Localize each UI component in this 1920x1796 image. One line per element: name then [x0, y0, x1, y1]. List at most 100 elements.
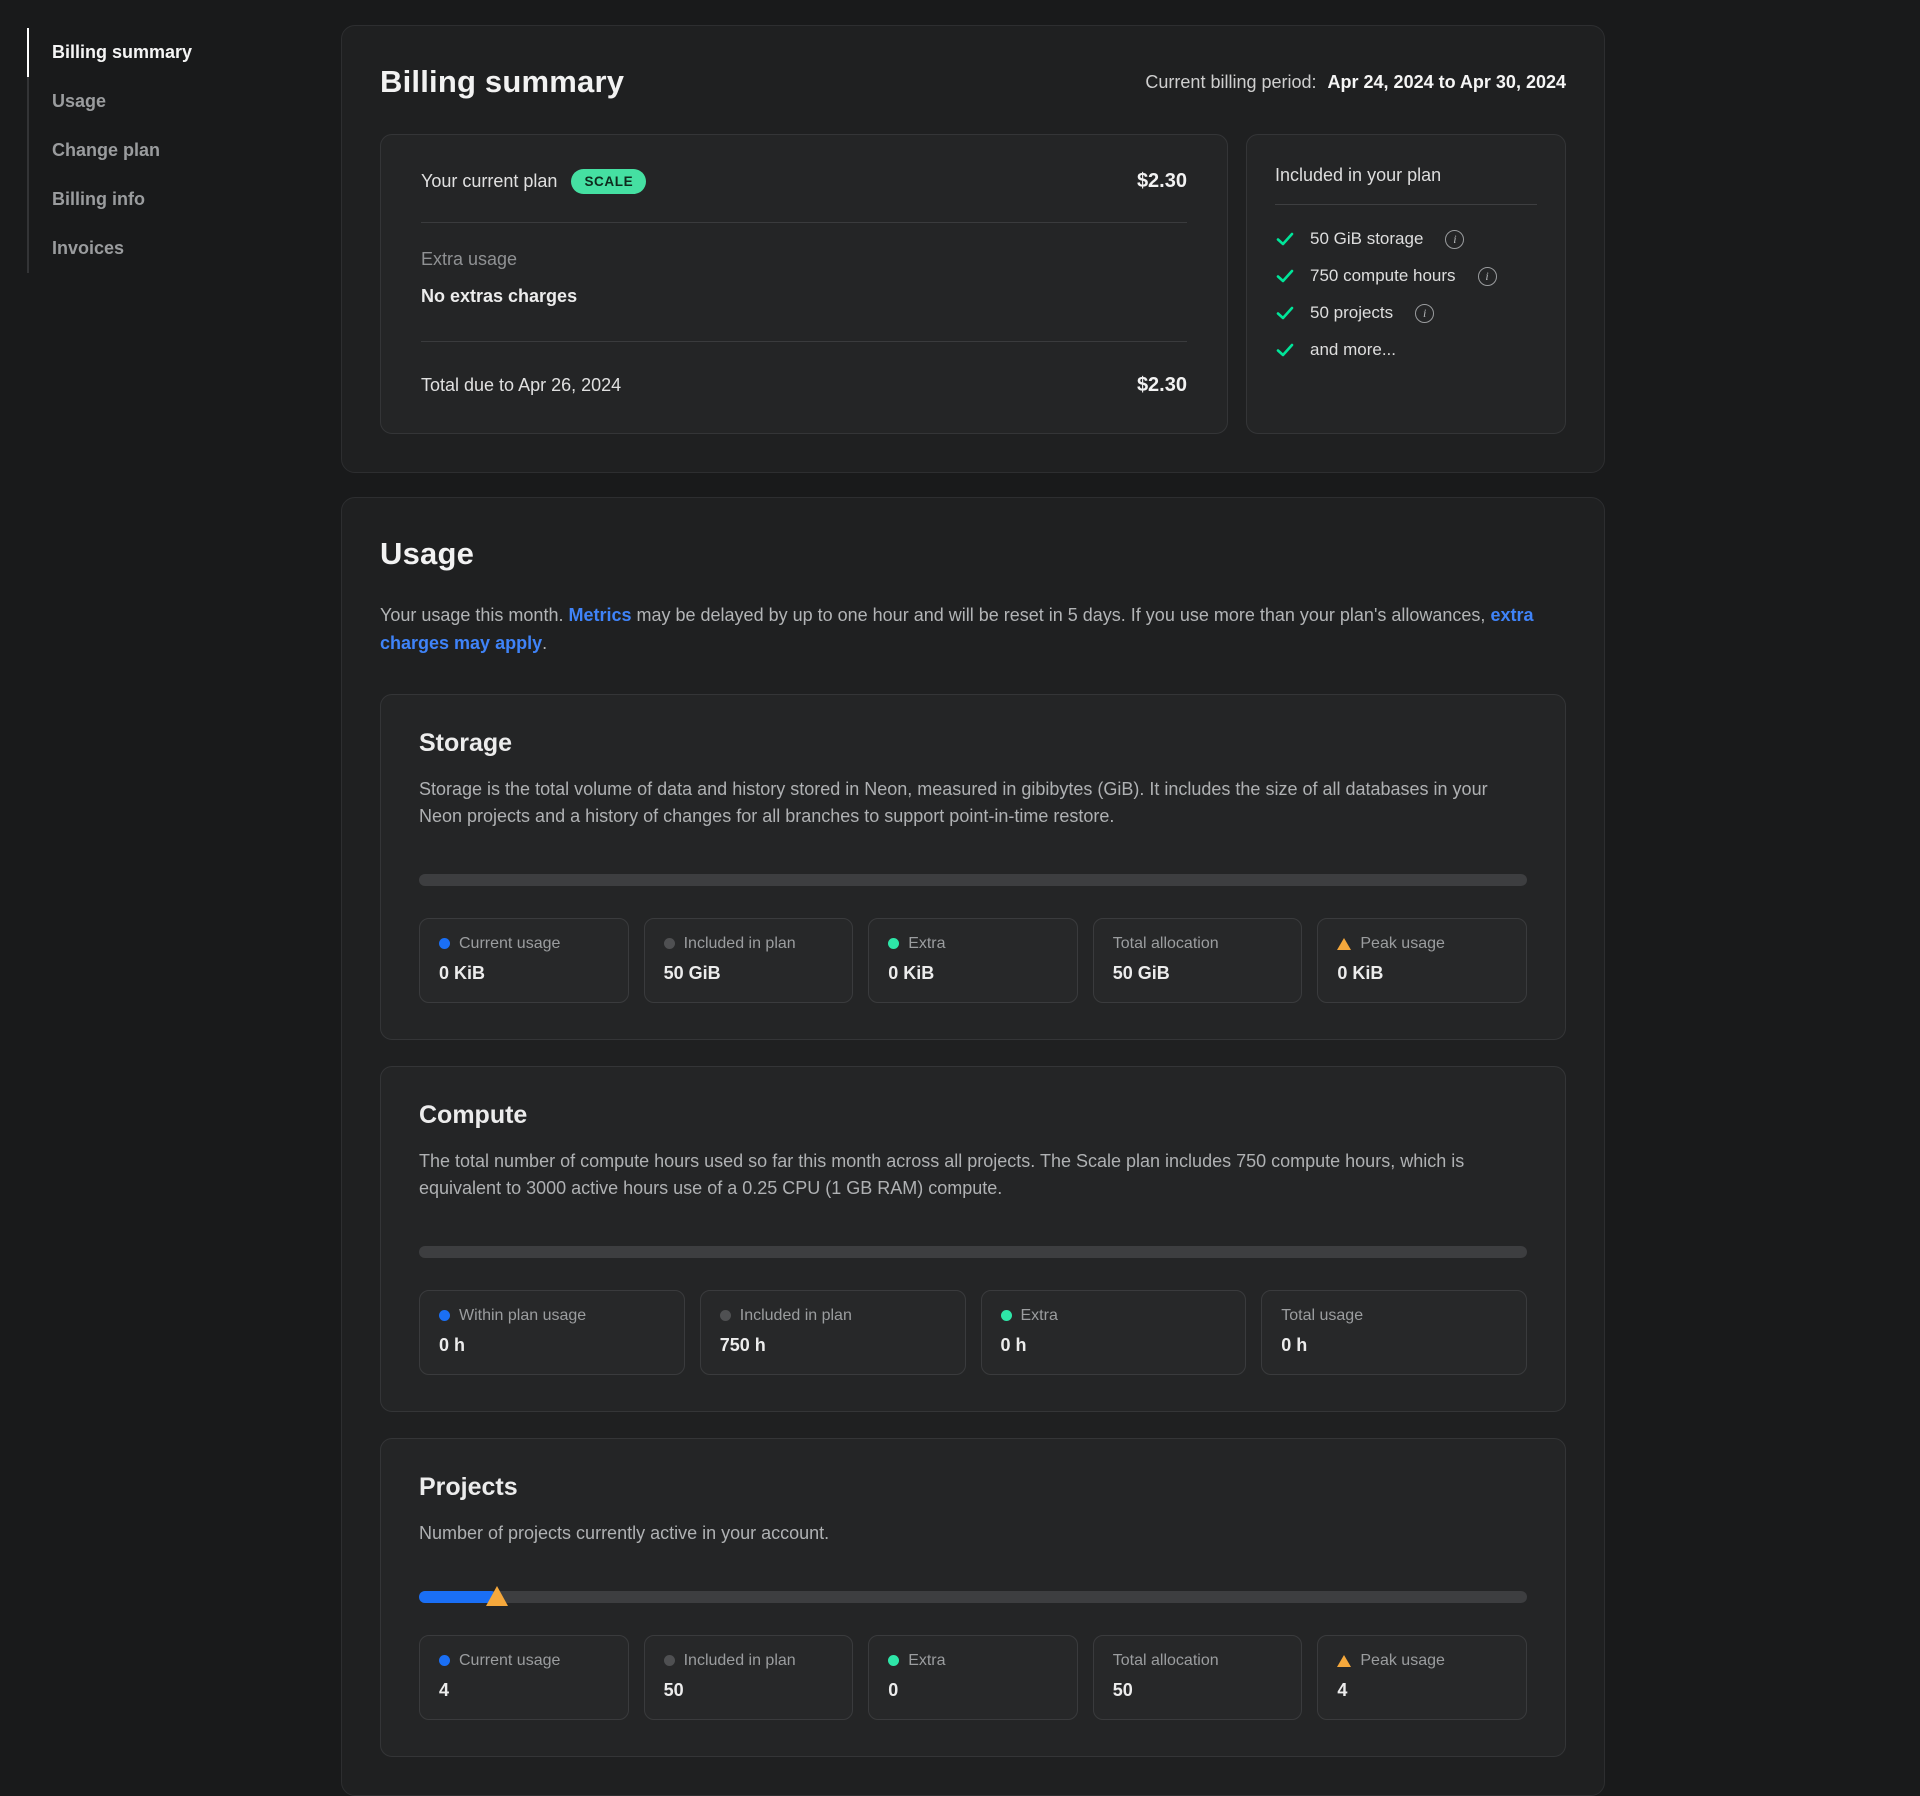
blue-dot-icon: [439, 1310, 450, 1321]
compute-description: The total number of compute hours used s…: [419, 1148, 1527, 1202]
usage-intro: Your usage this month. Metrics may be de…: [380, 602, 1566, 658]
orange-triangle-icon: [1337, 1655, 1351, 1667]
storage-section: Storage Storage is the total volume of d…: [380, 694, 1566, 1040]
sidebar-item-invoices[interactable]: Invoices: [29, 224, 297, 273]
stat-value: 0 KiB: [1337, 963, 1507, 984]
stat-value: 0 h: [1001, 1335, 1227, 1356]
stat-chip-included-in-plan: Included in plan 50: [644, 1635, 854, 1720]
stat-chip-peak-usage: Peak usage 4: [1317, 1635, 1527, 1720]
compute-section: Compute The total number of compute hour…: [380, 1066, 1566, 1412]
storage-stats: Current usage 0 KiB Included in plan 50 …: [419, 918, 1527, 1003]
included-item-label: 50 GiB storage: [1310, 229, 1423, 249]
stat-label: Extra: [908, 1652, 945, 1670]
projects-title: Projects: [419, 1473, 1527, 1502]
included-item-compute: 750 compute hours i: [1275, 266, 1537, 286]
total-due-label: Total due to Apr 26, 2024: [421, 375, 621, 396]
storage-title: Storage: [419, 729, 1527, 758]
check-icon: [1275, 340, 1295, 360]
stat-value: 0 KiB: [439, 963, 609, 984]
stat-value: 4: [439, 1680, 609, 1701]
included-plan-title: Included in your plan: [1275, 165, 1537, 205]
billing-period: Current billing period: Apr 24, 2024 to …: [1145, 72, 1566, 93]
extra-usage-value: No extras charges: [421, 286, 1187, 307]
included-plan-card: Included in your plan 50 GiB storage i 7…: [1246, 134, 1566, 434]
billing-sidebar: Billing summary Usage Change plan Billin…: [27, 28, 297, 273]
stat-label: Total allocation: [1113, 1652, 1219, 1670]
green-dot-icon: [888, 1655, 899, 1666]
billing-summary-body: Your current plan SCALE $2.30 Extra usag…: [380, 134, 1566, 434]
billing-nav: Billing summary Usage Change plan Billin…: [27, 28, 297, 273]
sidebar-item-billing-info[interactable]: Billing info: [29, 175, 297, 224]
included-item-label: and more...: [1310, 340, 1396, 360]
total-due-amount: $2.30: [1137, 374, 1187, 397]
stat-label: Extra: [1021, 1307, 1058, 1325]
stat-chip-extra: Extra 0: [868, 1635, 1078, 1720]
stat-label: Included in plan: [684, 1652, 796, 1670]
stat-chip-peak-usage: Peak usage 0 KiB: [1317, 918, 1527, 1003]
info-icon[interactable]: i: [1415, 304, 1434, 323]
included-item-label: 50 projects: [1310, 303, 1393, 323]
compute-title: Compute: [419, 1101, 1527, 1130]
stat-chip-current-usage: Current usage 0 KiB: [419, 918, 629, 1003]
info-icon[interactable]: i: [1445, 230, 1464, 249]
check-icon: [1275, 266, 1295, 286]
compute-stats: Within plan usage 0 h Included in plan 7…: [419, 1290, 1527, 1375]
stat-chip-total-usage: Total usage 0 h: [1261, 1290, 1527, 1375]
billing-page: Billing summary Usage Change plan Billin…: [0, 0, 1920, 1748]
orange-triangle-icon: [1337, 938, 1351, 950]
check-icon: [1275, 229, 1295, 249]
billing-summary-card: Billing summary Current billing period: …: [341, 25, 1605, 473]
plan-badge: SCALE: [571, 169, 646, 194]
stat-chip-current-usage: Current usage 4: [419, 1635, 629, 1720]
main-content: Billing summary Current billing period: …: [341, 25, 1605, 1796]
stat-value: 0 h: [439, 1335, 665, 1356]
included-item-label: 750 compute hours: [1310, 266, 1456, 286]
sidebar-item-billing-summary[interactable]: Billing summary: [29, 28, 297, 77]
gray-dot-icon: [664, 938, 675, 949]
check-icon: [1275, 303, 1295, 323]
stat-chip-included-in-plan: Included in plan 50 GiB: [644, 918, 854, 1003]
stat-value: 50 GiB: [1113, 963, 1283, 984]
extra-usage-block: Extra usage No extras charges: [421, 223, 1187, 342]
projects-section: Projects Number of projects currently ac…: [380, 1438, 1566, 1757]
plan-summary-card: Your current plan SCALE $2.30 Extra usag…: [380, 134, 1228, 434]
included-item-projects: 50 projects i: [1275, 303, 1537, 323]
current-plan-label: Your current plan: [421, 171, 557, 192]
gray-dot-icon: [664, 1655, 675, 1666]
metrics-link[interactable]: Metrics: [568, 605, 631, 625]
included-plan-list: 50 GiB storage i 750 compute hours i 50 …: [1275, 229, 1537, 360]
info-icon[interactable]: i: [1478, 267, 1497, 286]
extra-usage-label: Extra usage: [421, 249, 1187, 270]
stat-label: Extra: [908, 935, 945, 953]
included-item-storage: 50 GiB storage i: [1275, 229, 1537, 249]
stat-label: Within plan usage: [459, 1307, 586, 1325]
sidebar-item-usage[interactable]: Usage: [29, 77, 297, 126]
storage-description: Storage is the total volume of data and …: [419, 776, 1527, 830]
stat-chip-within-plan-usage: Within plan usage 0 h: [419, 1290, 685, 1375]
total-due-row: Total due to Apr 26, 2024 $2.30: [421, 342, 1187, 397]
compute-progress-bar: [419, 1246, 1527, 1258]
stat-chip-total-allocation: Total allocation 50: [1093, 1635, 1303, 1720]
usage-intro-text: .: [542, 633, 547, 653]
blue-dot-icon: [439, 938, 450, 949]
stat-label: Peak usage: [1360, 935, 1445, 953]
blue-dot-icon: [439, 1655, 450, 1666]
sidebar-item-change-plan[interactable]: Change plan: [29, 126, 297, 175]
stat-label: Current usage: [459, 1652, 560, 1670]
green-dot-icon: [888, 938, 899, 949]
stat-value: 0 KiB: [888, 963, 1058, 984]
included-item-more: and more...: [1275, 340, 1537, 360]
stat-value: 0: [888, 1680, 1058, 1701]
billing-summary-header: Billing summary Current billing period: …: [380, 64, 1566, 100]
peak-marker-icon: [486, 1586, 508, 1606]
projects-stats: Current usage 4 Included in plan 50 Extr…: [419, 1635, 1527, 1720]
gray-dot-icon: [720, 1310, 731, 1321]
billing-period-label: Current billing period:: [1145, 72, 1316, 92]
stat-label: Total usage: [1281, 1307, 1363, 1325]
green-dot-icon: [1001, 1310, 1012, 1321]
stat-value: 50: [664, 1680, 834, 1701]
stat-label: Peak usage: [1360, 1652, 1445, 1670]
projects-description: Number of projects currently active in y…: [419, 1520, 1527, 1547]
stat-value: 4: [1337, 1680, 1507, 1701]
stat-chip-total-allocation: Total allocation 50 GiB: [1093, 918, 1303, 1003]
